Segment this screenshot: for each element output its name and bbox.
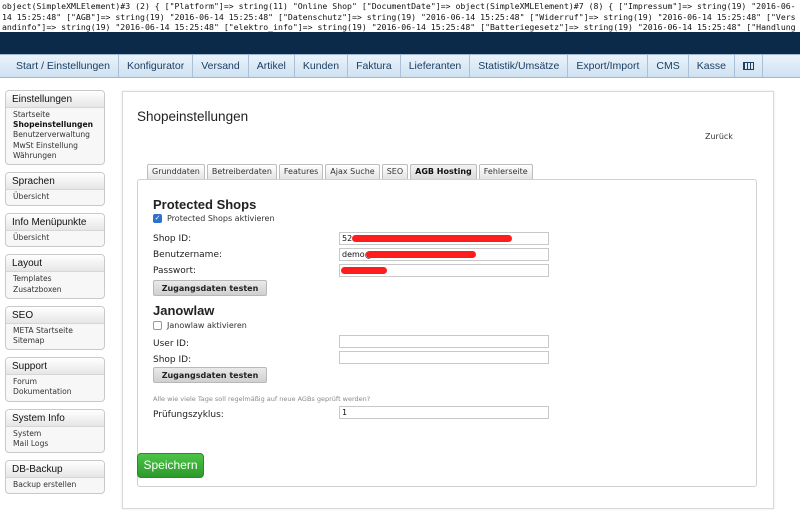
sidebar-box-title[interactable]: Einstellungen: [6, 91, 104, 108]
debug-output: object(SimpleXMLElement)#3 (2) { ["Platf…: [2, 1, 796, 32]
back-link[interactable]: Zurück: [705, 132, 733, 141]
sidebar-box: System Info System Mail Logs: [5, 408, 105, 454]
sidebar-link[interactable]: Übersicht: [13, 192, 97, 202]
nav-artikel[interactable]: Artikel: [249, 55, 295, 77]
sidebar: Einstellungen Startseite Shopeinstellungen…: [5, 90, 105, 501]
sidebar-link[interactable]: Benutzerverwaltung: [13, 130, 97, 140]
cycle-hint: Alle wie viele Tage soll regelmäßig auf …: [153, 395, 371, 403]
save-button[interactable]: Speichern: [137, 453, 204, 478]
main-nav: Start / Einstellungen Konfigurator Versa…: [0, 54, 800, 78]
user-id-label: User ID:: [153, 339, 189, 349]
sidebar-box: Info Menüpunkte Übersicht: [5, 213, 105, 248]
sidebar-links: Backup erstellen: [6, 478, 104, 493]
sidebar-links: META Startseite Sitemap: [6, 324, 104, 349]
sidebar-box: Sprachen Übersicht: [5, 172, 105, 207]
sidebar-box: DB-Backup Backup erstellen: [5, 460, 105, 495]
tab-bar: Grunddaten Betreiberdaten Features Ajax …: [147, 164, 535, 179]
sidebar-box: Layout Templates Zusatzboxen: [5, 254, 105, 299]
page-title: Shopeinstellungen: [137, 109, 249, 124]
janowlaw-checkbox[interactable]: [153, 321, 162, 330]
nav-export-import[interactable]: Export/Import: [568, 55, 649, 77]
janowlaw-checkbox-label: Janowlaw aktivieren: [167, 321, 247, 330]
redaction-mark: [341, 267, 387, 274]
tab-ajax-suche[interactable]: Ajax Suche: [325, 164, 380, 179]
nav-statistik[interactable]: Statistik/Umsätze: [470, 55, 569, 77]
protected-shops-checkbox-row[interactable]: ✓ Protected Shops aktivieren: [153, 214, 275, 223]
nav-kunden[interactable]: Kunden: [295, 55, 349, 77]
sidebar-box-title[interactable]: System Info: [6, 409, 104, 427]
sidebar-link[interactable]: Übersicht: [13, 233, 97, 243]
tab-betreiberdaten[interactable]: Betreiberdaten: [206, 164, 277, 179]
nav-grid-button[interactable]: [735, 55, 763, 77]
sidebar-link[interactable]: MwSt Einstellung: [13, 141, 97, 151]
sidebar-link[interactable]: Mail Logs: [13, 439, 97, 449]
sidebar-box-title[interactable]: Layout: [6, 255, 104, 273]
tab-seo[interactable]: SEO: [381, 164, 409, 179]
grid-icon: [742, 62, 754, 71]
nav-start[interactable]: Start / Einstellungen: [0, 55, 119, 77]
protected-shops-checkbox[interactable]: ✓: [153, 214, 162, 223]
redaction-mark: [366, 251, 476, 258]
cycle-label: Prüfungszyklus:: [153, 410, 224, 420]
sidebar-links: System Mail Logs: [6, 427, 104, 452]
nav-faktura[interactable]: Faktura: [348, 55, 401, 77]
tab-agb-hosting[interactable]: AGB Hosting: [410, 164, 477, 179]
sidebar-links: Templates Zusatzboxen: [6, 272, 104, 297]
top-dark-bar: [0, 32, 800, 54]
sidebar-links: Übersicht: [6, 190, 104, 205]
sidebar-link[interactable]: Zusatzboxen: [13, 285, 97, 295]
sidebar-link[interactable]: Forum: [13, 377, 97, 387]
janowlaw-shop-id-label: Shop ID:: [153, 355, 192, 365]
sidebar-box-title[interactable]: SEO: [6, 306, 104, 324]
tab-content: Protected Shops ✓ Protected Shops aktivi…: [137, 179, 757, 487]
sidebar-link[interactable]: META Startseite: [13, 326, 97, 336]
janowlaw-checkbox-row[interactable]: Janowlaw aktivieren: [153, 321, 247, 330]
protected-test-button[interactable]: Zugangsdaten testen: [153, 280, 267, 296]
sidebar-link[interactable]: Shopeinstellungen: [13, 120, 97, 130]
nav-konfigurator[interactable]: Konfigurator: [119, 55, 194, 77]
sidebar-links: Startseite Shopeinstellungen Benutzerverwa…: [6, 108, 104, 164]
sidebar-link[interactable]: Backup erstellen: [13, 480, 97, 490]
redaction-mark: [352, 235, 512, 242]
sidebar-links: Übersicht: [6, 231, 104, 246]
protected-shops-heading: Protected Shops: [153, 197, 257, 212]
nav-lieferanten[interactable]: Lieferanten: [401, 55, 471, 77]
main-panel: Shopeinstellungen Zurück Grunddaten Betr…: [122, 91, 774, 509]
sidebar-box-title[interactable]: Sprachen: [6, 173, 104, 191]
tab-grunddaten[interactable]: Grunddaten: [147, 164, 205, 179]
nav-kasse[interactable]: Kasse: [689, 55, 735, 77]
sidebar-link[interactable]: Templates: [13, 274, 97, 284]
cycle-input[interactable]: 1: [339, 406, 549, 419]
tab-features[interactable]: Features: [278, 164, 324, 179]
sidebar-box: Einstellungen Startseite Shopeinstellungen…: [5, 90, 105, 166]
username-label: Benutzername:: [153, 250, 223, 260]
sidebar-box-title[interactable]: Support: [6, 358, 104, 376]
sidebar-links: Forum Dokumentation: [6, 375, 104, 400]
sidebar-box: SEO META Startseite Sitemap: [5, 305, 105, 351]
sidebar-box-title[interactable]: DB-Backup: [6, 461, 104, 479]
sidebar-link[interactable]: Startseite: [13, 110, 97, 120]
password-label: Passwort:: [153, 266, 197, 276]
protected-shops-checkbox-label: Protected Shops aktivieren: [167, 214, 275, 223]
janowlaw-shop-id-input[interactable]: [339, 351, 549, 364]
janowlaw-heading: Janowlaw: [153, 303, 215, 318]
tab-fehlerseite[interactable]: Fehlerseite: [478, 164, 533, 179]
nav-versand[interactable]: Versand: [193, 55, 249, 77]
sidebar-link[interactable]: System: [13, 429, 97, 439]
sidebar-link[interactable]: Dokumentation: [13, 387, 97, 397]
janowlaw-test-button[interactable]: Zugangsdaten testen: [153, 367, 267, 383]
sidebar-link[interactable]: Sitemap: [13, 336, 97, 346]
nav-cms[interactable]: CMS: [648, 55, 689, 77]
janowlaw-user-id-input[interactable]: [339, 335, 549, 348]
shop-id-label: Shop ID:: [153, 234, 192, 244]
sidebar-box: Support Forum Dokumentation: [5, 357, 105, 402]
sidebar-box-title[interactable]: Info Menüpunkte: [6, 214, 104, 232]
sidebar-link[interactable]: Währungen: [13, 151, 97, 161]
